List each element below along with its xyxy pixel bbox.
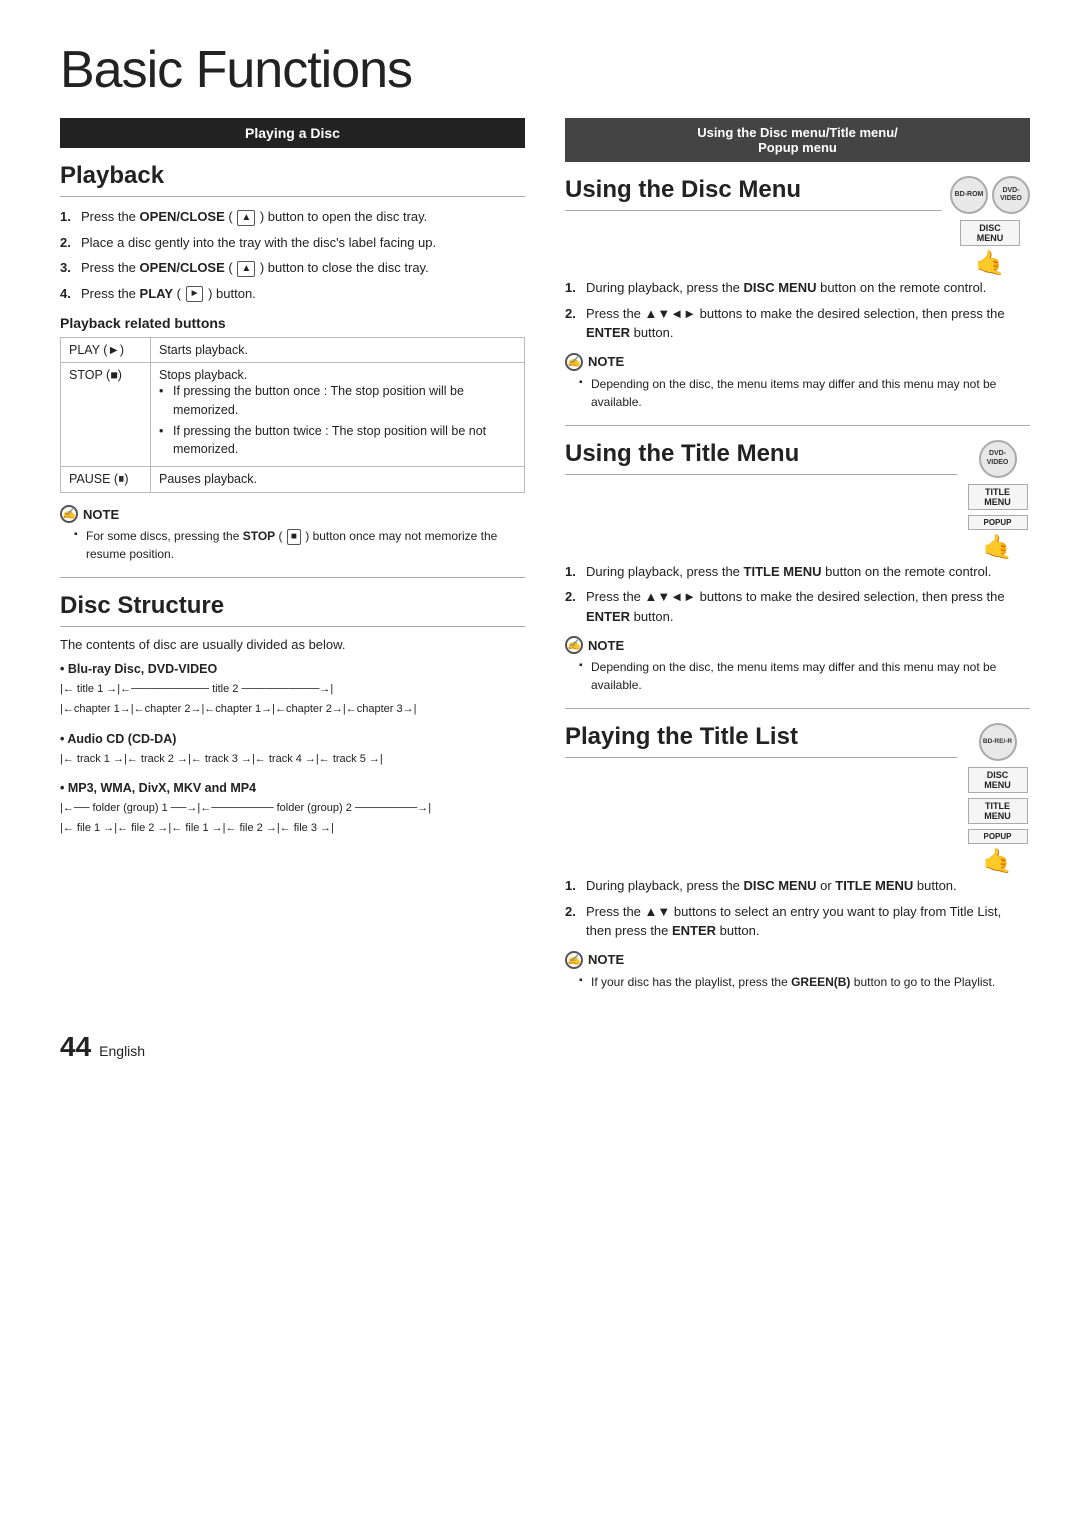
remote-hand-icon2: 🤙	[983, 533, 1013, 562]
dvd-video-icon: DVD-VIDEO	[992, 176, 1030, 214]
disc-menu-btn-label: DISC MENU	[960, 220, 1020, 246]
disc-menu-header: Using the Disc menu/Title menu/Popup men…	[565, 118, 1030, 162]
disc-structure-intro: The contents of disc are usually divided…	[60, 637, 525, 652]
stop-note-1: If pressing the button once : The stop p…	[159, 382, 516, 420]
title-list-title: Playing the Title List	[565, 723, 957, 758]
disc-menu-btn-label2: DISC MENU	[968, 767, 1028, 793]
page-lang: English	[99, 1043, 145, 1059]
title-list-note: ✍ NOTE If your disc has the playlist, pr…	[565, 951, 1030, 991]
bd-re-r-icon: BD-RE/-R	[979, 723, 1017, 761]
dvd-video-icon2: DVD-VIDEO	[979, 440, 1017, 478]
bluray-label: • Blu-ray Disc, DVD-VIDEO	[60, 662, 525, 676]
note-content: Depending on the disc, the menu items ma…	[565, 375, 1030, 411]
step-1: During playback, press the DISC MENU or …	[565, 876, 1030, 896]
note-title: ✍ NOTE	[565, 636, 1030, 654]
list-item: For some discs, pressing the STOP ( ■ ) …	[74, 527, 525, 563]
note-label: NOTE	[83, 507, 119, 522]
step-1: Press the OPEN/CLOSE ( ▲ ) button to ope…	[60, 207, 525, 227]
title-menu-title: Using the Title Menu	[565, 440, 957, 475]
audio-cd-label: • Audio CD (CD-DA)	[60, 732, 525, 746]
list-item: Depending on the disc, the menu items ma…	[579, 658, 1030, 694]
title-menu-note: ✍ NOTE Depending on the disc, the menu i…	[565, 636, 1030, 694]
note-icon: ✍	[565, 636, 583, 654]
step-4: Press the PLAY ( ► ) button.	[60, 284, 525, 304]
desc-play: Starts playback.	[151, 338, 525, 363]
title-menu-btn-label2: TITLE MENU	[968, 798, 1028, 824]
playback-steps: Press the OPEN/CLOSE ( ▲ ) button to ope…	[60, 207, 525, 303]
audio-cd-section: • Audio CD (CD-DA) |← track 1 →|← track …	[60, 732, 525, 770]
mp3-section: • MP3, WMA, DivX, MKV and MP4 |←── folde…	[60, 781, 525, 839]
step-1: During playback, press the TITLE MENU bu…	[565, 562, 1030, 582]
table-row: STOP (■) Stops playback. If pressing the…	[61, 363, 525, 467]
button-stop: STOP (■)	[61, 363, 151, 467]
note-icon: ✍	[565, 353, 583, 371]
bd-rom-icon: BD-ROM	[950, 176, 988, 214]
left-column: Playing a Disc Playback Press the OPEN/C…	[60, 118, 525, 1001]
mp3-label: • MP3, WMA, DivX, MKV and MP4	[60, 781, 525, 795]
list-item: If your disc has the playlist, press the…	[579, 973, 1030, 991]
title-menu-steps: During playback, press the TITLE MENU bu…	[565, 562, 1030, 627]
disc-menu-section: Using the Disc Menu BD-ROM DVD-VIDEO DIS…	[565, 176, 1030, 278]
disc-menu-title: Using the Disc Menu	[565, 176, 942, 211]
bluray-dvd-section: • Blu-ray Disc, DVD-VIDEO |← title 1 →|←…	[60, 662, 525, 720]
disc-structure-title: Disc Structure	[60, 592, 525, 627]
page-number: 44	[60, 1031, 91, 1063]
title-list-steps: During playback, press the DISC MENU or …	[565, 876, 1030, 941]
remote-hand-icon3: 🤙	[983, 847, 1013, 876]
note-icon: ✍	[60, 505, 78, 523]
title-menu-btn-label: TITLE MENU	[968, 484, 1028, 510]
playback-table: PLAY (►) Starts playback. STOP (■) Stops…	[60, 337, 525, 493]
playback-note: ✍ NOTE For some discs, pressing the STOP…	[60, 505, 525, 563]
step-2: Press the ▲▼◄► buttons to make the desir…	[565, 587, 1030, 626]
step-3: Press the OPEN/CLOSE ( ▲ ) button to clo…	[60, 258, 525, 278]
note-label: NOTE	[588, 952, 624, 967]
right-column: Using the Disc menu/Title menu/Popup men…	[565, 118, 1030, 1001]
playback-title: Playback	[60, 162, 525, 197]
page-footer: 44 English	[60, 1031, 1030, 1063]
table-row: PLAY (►) Starts playback.	[61, 338, 525, 363]
step-2: Place a disc gently into the tray with t…	[60, 233, 525, 253]
note-title: ✍ NOTE	[565, 951, 1030, 969]
note-icon: ✍	[565, 951, 583, 969]
title-menu-section: Using the Title Menu DVD-VIDEO TITLE MEN…	[565, 440, 1030, 562]
audio-cd-diagram: |← track 1 →|← track 2 →|← track 3 →|← t…	[60, 750, 525, 770]
popup-btn-label2: POPUP	[968, 829, 1028, 844]
desc-stop: Stops playback. If pressing the button o…	[151, 363, 525, 467]
button-play: PLAY (►)	[61, 338, 151, 363]
mp3-diagram: |←── folder (group) 1 ──→|←──────── fold…	[60, 799, 525, 839]
note-label: NOTE	[588, 354, 624, 369]
page-title: Basic Functions	[60, 40, 1030, 100]
note-title: ✍ NOTE	[565, 353, 1030, 371]
desc-pause: Pauses playback.	[151, 467, 525, 493]
disc-menu-steps: During playback, press the DISC MENU but…	[565, 278, 1030, 343]
note-content: If your disc has the playlist, press the…	[565, 973, 1030, 991]
note-label: NOTE	[588, 638, 624, 653]
note-content: For some discs, pressing the STOP ( ■ ) …	[60, 527, 525, 563]
step-2: Press the ▲▼ buttons to select an entry …	[565, 902, 1030, 941]
stop-note-2: If pressing the button twice : The stop …	[159, 422, 516, 460]
related-buttons-title: Playback related buttons	[60, 315, 525, 331]
table-row: PAUSE (⏸) Pauses playback.	[61, 467, 525, 493]
bluray-diagram: |← title 1 →|←────────── title 2 ───────…	[60, 680, 525, 720]
note-content: Depending on the disc, the menu items ma…	[565, 658, 1030, 694]
list-item: Depending on the disc, the menu items ma…	[579, 375, 1030, 411]
note-title: ✍ NOTE	[60, 505, 525, 523]
button-pause: PAUSE (⏸)	[61, 467, 151, 493]
playing-disc-header: Playing a Disc	[60, 118, 525, 148]
remote-hand-icon: 🤙	[975, 249, 1005, 278]
step-1: During playback, press the DISC MENU but…	[565, 278, 1030, 298]
disc-menu-note: ✍ NOTE Depending on the disc, the menu i…	[565, 353, 1030, 411]
step-2: Press the ▲▼◄► buttons to make the desir…	[565, 304, 1030, 343]
popup-btn-label: POPUP	[968, 515, 1028, 530]
title-list-section: Playing the Title List BD-RE/-R DISC MEN…	[565, 723, 1030, 876]
